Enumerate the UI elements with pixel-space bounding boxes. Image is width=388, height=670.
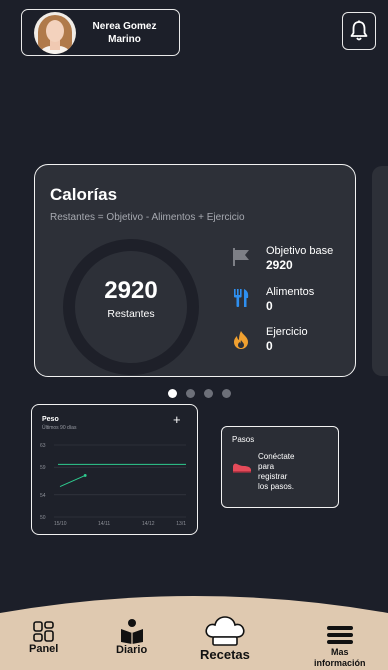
weight-subtitle: Últimos 90 días — [42, 425, 77, 431]
nav-recetas-label: Recetas — [200, 647, 250, 662]
steps-text-line-3: registrar — [258, 472, 288, 481]
profile-name-last: Marino — [108, 33, 141, 45]
flag-icon — [233, 248, 249, 266]
weight-x-tick: 14/11 — [98, 521, 110, 527]
nav-panel-label: Panel — [29, 643, 59, 655]
bottom-navigation: Panel Diario Recetas Mas información — [0, 585, 388, 670]
nav-mas-label-1: Mas — [331, 647, 349, 657]
bell-icon — [350, 20, 368, 41]
nav-mas-label-2: información — [314, 658, 366, 668]
profile-name-first: Nerea Gomez — [92, 20, 157, 32]
calories-card[interactable]: Calorías Restantes = Objetivo - Alimento… — [34, 164, 356, 377]
weight-series-line — [59, 475, 86, 487]
calories-title: Calorías — [50, 185, 118, 204]
menu-lines-icon — [326, 626, 353, 644]
carousel-dot-2[interactable] — [186, 389, 195, 398]
weight-card[interactable]: Peso Últimos 90 días + 63 59 54 50 15/10 14/1… — [31, 404, 198, 535]
steps-text-line-2: para — [258, 462, 275, 471]
fire-icon — [234, 331, 248, 349]
weight-chart: 63 59 54 50 15/10 14/11 14/12 13/1 — [40, 443, 186, 527]
notifications-button[interactable] — [342, 12, 376, 50]
weight-y-tick: 50 — [40, 515, 46, 521]
weight-y-tick: 59 — [40, 465, 46, 471]
carousel-dot-4[interactable] — [222, 389, 231, 398]
profile-name: Nerea Gomez Marino — [76, 20, 179, 46]
nav-recetas[interactable]: Recetas — [200, 615, 250, 662]
weight-x-tick: 13/1 — [176, 521, 186, 527]
food-value: 0 — [266, 299, 273, 313]
carousel-dot-1[interactable] — [168, 389, 177, 398]
avatar — [34, 11, 76, 54]
steps-text-line-1: Conéctate — [258, 452, 295, 461]
steps-text-line-4: los pasos. — [258, 482, 295, 491]
nav-diario-label: Diario — [116, 644, 148, 656]
weight-y-tick: 54 — [40, 493, 46, 499]
calories-formula: Restantes = Objetivo - Alimentos + Ejerc… — [50, 212, 245, 223]
nav-diario[interactable]: Diario — [116, 618, 147, 656]
next-card-peek[interactable] — [372, 166, 388, 376]
weight-data-point — [83, 474, 87, 477]
book-reader-icon — [120, 619, 143, 644]
goal-value: 2920 — [266, 258, 293, 272]
shoe-icon — [233, 463, 251, 473]
steps-title: Pasos — [232, 435, 255, 444]
weight-x-tick: 14/12 — [142, 521, 155, 527]
fork-knife-icon — [234, 289, 249, 307]
exercise-value: 0 — [266, 339, 273, 353]
weight-title: Peso — [42, 416, 59, 423]
weight-y-tick: 63 — [40, 443, 46, 449]
calories-remaining-label: Restantes — [107, 308, 155, 320]
chef-hat-icon — [205, 616, 245, 646]
add-weight-button[interactable]: + — [173, 413, 181, 426]
nav-panel[interactable]: Panel — [29, 621, 58, 655]
carousel-dot-3[interactable] — [204, 389, 213, 398]
food-label: Alimentos — [266, 286, 315, 298]
calories-remaining-value: 2920 — [104, 277, 158, 304]
steps-card[interactable]: Pasos Conéctate para registrar los pasos… — [221, 426, 339, 508]
goal-label: Objetivo base — [266, 245, 334, 257]
steps-connect-text: Conéctate para registrar los pasos. — [258, 452, 322, 492]
exercise-label: Ejercicio — [266, 326, 308, 338]
dashboard-grid-icon — [32, 621, 54, 642]
weight-x-tick: 15/10 — [54, 521, 67, 527]
calories-ring — [63, 239, 199, 375]
nav-mas-informacion[interactable]: Mas información — [314, 625, 366, 669]
profile-button[interactable]: Nerea Gomez Marino — [21, 9, 180, 56]
carousel-dots — [168, 389, 231, 398]
